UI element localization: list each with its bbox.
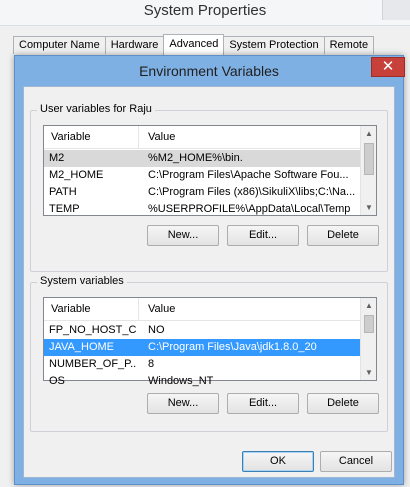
table-row[interactable]: M2_HOME C:\Program Files\Apache Software… — [44, 167, 361, 184]
table-row[interactable]: JAVA_HOME C:\Program Files\Java\jdk1.8.0… — [44, 339, 361, 356]
row-variable: M2_HOME — [49, 169, 104, 181]
system-new-button[interactable]: New... — [147, 393, 219, 414]
row-value: C:\Program Files (x86)\SikuliX\libs;C:\N… — [148, 186, 356, 198]
tab-system-protection[interactable]: System Protection — [223, 36, 325, 54]
table-row[interactable]: FP_NO_HOST_C... NO — [44, 322, 361, 339]
row-value: 8 — [148, 358, 155, 370]
system-variables-scrollbar[interactable]: ▲ ▼ — [360, 298, 376, 380]
scroll-down-icon[interactable]: ▼ — [361, 200, 377, 215]
row-variable: JAVA_HOME — [49, 341, 114, 353]
row-variable: OS — [49, 375, 65, 387]
table-row[interactable]: M2 %M2_HOME%\bin. — [44, 150, 361, 167]
tab-computer-name[interactable]: Computer Name — [13, 36, 106, 54]
row-variable: TEMP — [49, 203, 80, 215]
scroll-up-icon[interactable]: ▲ — [361, 298, 377, 313]
row-value: %M2_HOME%\bin. — [148, 152, 243, 164]
scrollbar-thumb[interactable] — [364, 143, 374, 175]
user-delete-button[interactable]: Delete — [307, 225, 379, 246]
row-value: C:\Program Files\Apache Software Fou... — [148, 169, 349, 181]
system-properties-titlebar[interactable]: System Properties — [0, 0, 410, 26]
column-header-variable[interactable]: Variable — [51, 131, 91, 143]
column-header-value[interactable]: Value — [148, 303, 175, 315]
row-value: Windows_NT — [148, 375, 214, 387]
row-variable: PATH — [49, 186, 77, 198]
row-variable: M2 — [49, 152, 65, 164]
dialog-body: User variables for Raju Variable Value M… — [23, 86, 395, 478]
dialog-titlebar[interactable]: Environment Variables ✕ — [15, 56, 405, 86]
list-header: Variable Value — [44, 298, 361, 321]
table-row[interactable]: TEMP %USERPROFILE%\AppData\Local\Temp — [44, 201, 361, 218]
user-variables-label: User variables for Raju — [37, 103, 155, 115]
user-new-button[interactable]: New... — [147, 225, 219, 246]
dialog-title: Environment Variables — [139, 63, 279, 79]
user-variables-scrollbar[interactable]: ▲ ▼ — [360, 126, 376, 215]
tab-hardware[interactable]: Hardware — [104, 36, 165, 54]
row-value: NO — [148, 324, 165, 336]
user-edit-button[interactable]: Edit... — [227, 225, 299, 246]
table-row[interactable]: OS Windows_NT — [44, 373, 361, 390]
close-icon: ✕ — [381, 58, 395, 75]
environment-variables-dialog: Environment Variables ✕ User variables f… — [14, 55, 405, 485]
system-properties-title: System Properties — [143, 2, 267, 19]
list-header: Variable Value — [44, 126, 361, 149]
user-variables-list[interactable]: Variable Value M2 %M2_HOME%\bin. M2_HOME… — [43, 125, 377, 216]
row-variable: FP_NO_HOST_C... — [49, 324, 137, 336]
scroll-down-icon[interactable]: ▼ — [361, 365, 377, 380]
row-value: C:\Program Files\Java\jdk1.8.0_20 — [148, 341, 317, 353]
column-header-value[interactable]: Value — [148, 131, 175, 143]
table-row[interactable]: NUMBER_OF_P... 8 — [44, 356, 361, 373]
scrollbar-thumb[interactable] — [364, 315, 374, 333]
system-variables-label: System variables — [37, 275, 127, 287]
tab-remote[interactable]: Remote — [323, 36, 375, 54]
close-button[interactable]: ✕ — [371, 57, 405, 77]
system-edit-button[interactable]: Edit... — [227, 393, 299, 414]
row-variable: NUMBER_OF_P... — [49, 358, 137, 370]
column-separator[interactable] — [138, 126, 139, 149]
tab-advanced[interactable]: Advanced — [163, 34, 225, 55]
row-value: %USERPROFILE%\AppData\Local\Temp — [148, 203, 351, 215]
column-header-variable[interactable]: Variable — [51, 303, 91, 315]
user-variables-group: User variables for Raju Variable Value M… — [30, 103, 388, 272]
system-properties-close-button[interactable] — [382, 0, 410, 20]
table-row[interactable]: PATH C:\Program Files (x86)\SikuliX\libs… — [44, 184, 361, 201]
column-separator[interactable] — [138, 298, 139, 321]
system-properties-tabs: Computer Name Hardware Advanced System P… — [13, 34, 375, 55]
scroll-up-icon[interactable]: ▲ — [361, 126, 377, 141]
system-variables-list[interactable]: Variable Value FP_NO_HOST_C... NO JAVA_H… — [43, 297, 377, 387]
ok-button[interactable]: OK — [242, 451, 314, 472]
system-variables-group: System variables Variable Value FP_NO_HO… — [30, 275, 388, 432]
system-delete-button[interactable]: Delete — [307, 393, 379, 414]
cancel-button[interactable]: Cancel — [320, 451, 392, 472]
